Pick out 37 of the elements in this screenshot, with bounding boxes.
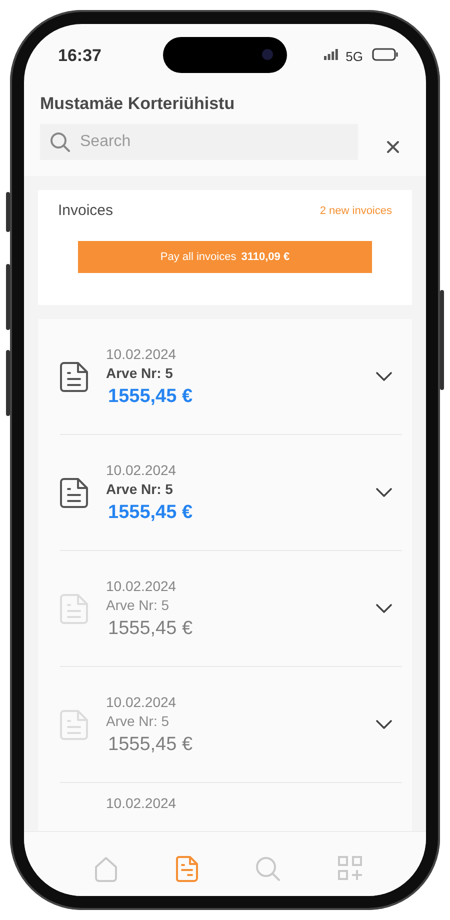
- invoice-date: 10.02.2024: [106, 346, 178, 362]
- status-time: 16:37: [58, 45, 102, 66]
- invoice-row[interactable]: 10.02.2024 Arve Nr: 5 1555,45 €: [60, 319, 402, 435]
- invoice-number: Arve Nr: 5: [106, 712, 170, 728]
- close-icon: [386, 140, 400, 154]
- battery-icon: [372, 48, 398, 60]
- invoice-row[interactable]: 10.02.2024 Arve Nr: 5 1555,45 €: [60, 551, 402, 667]
- invoice-amount: 1555,45 €: [108, 618, 194, 640]
- search-icon: [50, 132, 70, 152]
- invoice-amount: 1555,45 €: [108, 386, 194, 408]
- card-title: Invoices: [58, 202, 114, 219]
- network-label: 5G: [346, 48, 363, 64]
- invoice-date: 10.02.2024: [106, 462, 178, 478]
- document-icon: [60, 594, 88, 624]
- expand-button[interactable]: [376, 720, 392, 729]
- pay-all-button[interactable]: Pay all invoices 3110,09 €: [78, 241, 372, 273]
- invoice-number: Arve Nr: 5: [106, 364, 174, 380]
- document-icon: [60, 478, 88, 508]
- camera-lens: [262, 49, 273, 60]
- invoice-row[interactable]: 10.02.2024 Arve Nr: 5 1555,45 €: [60, 435, 402, 551]
- new-invoices-count: 2 new invoices: [320, 204, 392, 216]
- expand-button[interactable]: [376, 372, 392, 381]
- search-field[interactable]: Search: [40, 124, 358, 160]
- signal-icon: [324, 48, 338, 60]
- invoice-date: 10.02.2024: [106, 578, 178, 594]
- invoice-amount: 1555,45 €: [108, 502, 194, 524]
- invoice-date: 10.02.2024: [106, 694, 178, 710]
- page-title: Mustamäe Korteriühistu: [40, 94, 236, 114]
- invoice-row[interactable]: 10.02.2024 Arve Nr: 5 1555,45 €: [60, 667, 402, 783]
- document-icon: [60, 362, 88, 392]
- expand-button[interactable]: [376, 488, 392, 497]
- invoice-date: 10.02.2024: [106, 795, 176, 811]
- expand-button[interactable]: [376, 604, 392, 613]
- invoice-number: Arve Nr: 5: [106, 596, 170, 612]
- document-icon: [60, 710, 88, 740]
- invoice-number: Arve Nr: 5: [106, 480, 174, 496]
- invoice-amount: 1555,45 €: [108, 734, 194, 756]
